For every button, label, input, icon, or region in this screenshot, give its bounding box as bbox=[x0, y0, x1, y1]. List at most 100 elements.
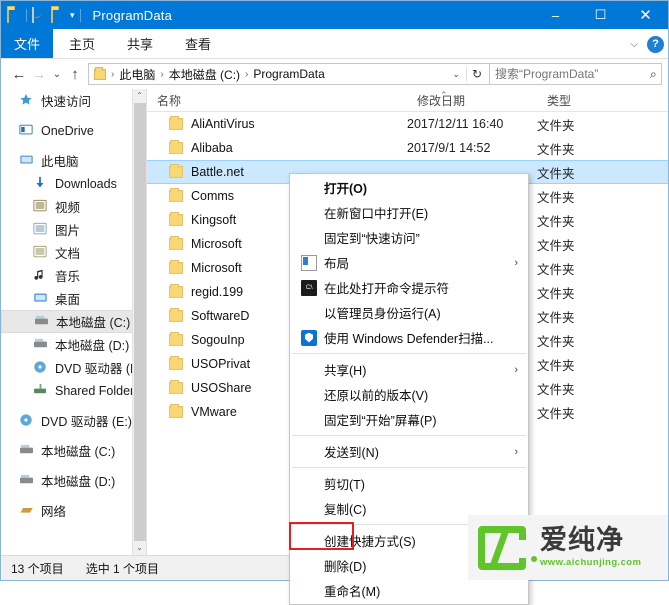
properties-icon[interactable] bbox=[32, 7, 46, 23]
chevron-down-icon[interactable]: ▾ bbox=[70, 8, 75, 22]
menu-item-9[interactable]: 固定到“开始”屏幕(P) bbox=[290, 407, 528, 432]
menu-item-4[interactable]: C:\ 在此处打开命令提示符 bbox=[290, 275, 528, 300]
menu-item-5[interactable]: 以管理员身份运行(A) bbox=[290, 300, 528, 325]
scroll-up-icon[interactable]: ⌃ bbox=[133, 89, 146, 103]
file-type-cell: 文件夹 bbox=[537, 190, 575, 205]
scroll-down-icon[interactable]: ⌄ bbox=[133, 541, 146, 555]
folder-icon bbox=[94, 66, 106, 80]
sidebar-item-13[interactable]: DVD 驱动器 (E:) C bbox=[1, 409, 146, 432]
file-date-cell: 2017/12/11 16:40 bbox=[407, 117, 504, 131]
folder-icon bbox=[169, 404, 183, 418]
menu-item-label: 布局 bbox=[324, 257, 350, 271]
menu-item-2[interactable]: 固定到“快速访问” bbox=[290, 225, 528, 250]
sidebar-item-1[interactable]: OneDrive bbox=[1, 119, 146, 142]
breadcrumb-separator: › bbox=[160, 68, 164, 80]
menu-item-15[interactable]: 重命名(M) bbox=[290, 578, 528, 603]
minimize-button[interactable]: – bbox=[533, 1, 578, 29]
breadcrumb-programdata[interactable]: ProgramData bbox=[251, 67, 326, 81]
menu-item-10[interactable]: 发送到(N) › bbox=[290, 439, 528, 464]
file-name-cell[interactable]: Alibaba bbox=[147, 140, 407, 155]
sidebar-item-14[interactable]: 本地磁盘 (C:) bbox=[1, 439, 146, 462]
tab-file[interactable]: 文件 bbox=[1, 29, 53, 58]
file-date-cell: 2017/9/1 14:52 bbox=[407, 141, 491, 155]
menu-item-8[interactable]: 还原以前的版本(V) bbox=[290, 382, 528, 407]
breadcrumb[interactable]: › 此电脑 › 本地磁盘 (C:) › ProgramData ⌄ ↻ bbox=[88, 63, 490, 85]
sidebar-item-label: Downloads bbox=[55, 176, 117, 191]
search-input[interactable] bbox=[495, 67, 650, 81]
sidebar-scrollbar[interactable]: ⌃ ⌄ bbox=[132, 89, 146, 555]
tab-home[interactable]: 主页 bbox=[53, 29, 111, 58]
menu-item-0[interactable]: 打开(O) bbox=[290, 175, 528, 200]
window-controls: – ☐ ✕ bbox=[533, 1, 668, 29]
sidebar-item-8[interactable]: 桌面 bbox=[1, 287, 146, 310]
sidebar-item-11[interactable]: DVD 驱动器 (E:) bbox=[1, 356, 146, 379]
sidebar-item-label: 本地磁盘 (C:) bbox=[56, 316, 131, 330]
breadcrumb-this-pc[interactable]: 此电脑 bbox=[117, 66, 157, 83]
desktop-icon bbox=[33, 291, 49, 307]
tab-share[interactable]: 共享 bbox=[111, 29, 169, 58]
table-row[interactable]: AliAntiVirus 2017/12/11 16:40 文件夹 bbox=[147, 112, 668, 136]
folder-icon bbox=[169, 260, 183, 274]
sidebar-item-0[interactable]: 快速访问 bbox=[1, 89, 146, 112]
file-name-label: Battle.net bbox=[191, 165, 244, 179]
search-icon[interactable]: ⌕ bbox=[650, 67, 657, 82]
menu-item-11[interactable]: 剪切(T) bbox=[290, 471, 528, 496]
sort-indicator-icon: ⌃ bbox=[440, 90, 448, 100]
chevron-down-icon[interactable]: ⌵ bbox=[630, 39, 638, 50]
menu-item-label: 在此处打开命令提示符 bbox=[324, 282, 450, 296]
back-button[interactable]: ← bbox=[9, 63, 29, 85]
file-name-label: SoftwareD bbox=[191, 309, 250, 323]
file-type-cell: 文件夹 bbox=[537, 382, 575, 397]
file-type-cell: 文件夹 bbox=[537, 310, 575, 325]
sidebar-item-4[interactable]: 视频 bbox=[1, 195, 146, 218]
close-button[interactable]: ✕ bbox=[623, 1, 668, 29]
column-header-name[interactable]: 名称 bbox=[147, 92, 407, 109]
sidebar-item-7[interactable]: 音乐 bbox=[1, 264, 146, 287]
title-bar: ▾ ProgramData – ☐ ✕ bbox=[1, 1, 668, 29]
sidebar-item-label: 视频 bbox=[55, 201, 81, 215]
ribbon-tabs: 文件 主页 共享 查看 ⌵ ? bbox=[1, 29, 668, 59]
menu-item-3[interactable]: 布局 › bbox=[290, 250, 528, 275]
sidebar-item-label: 音乐 bbox=[55, 270, 81, 284]
column-header-date[interactable]: 修改日期 bbox=[407, 92, 537, 109]
search-box[interactable]: ⌕ bbox=[490, 63, 662, 85]
sidebar-item-12[interactable]: Shared Folders bbox=[1, 379, 146, 402]
menu-item-label: 删除(D) bbox=[324, 560, 367, 574]
menu-item-1[interactable]: 在新窗口中打开(E) bbox=[290, 200, 528, 225]
maximize-button[interactable]: ☐ bbox=[578, 1, 623, 29]
scrollbar-thumb[interactable] bbox=[134, 103, 146, 543]
drive-icon bbox=[19, 473, 35, 489]
help-icon[interactable]: ? bbox=[647, 35, 664, 53]
table-row[interactable]: Alibaba 2017/9/1 14:52 文件夹 bbox=[147, 136, 668, 160]
sidebar-item-10[interactable]: 本地磁盘 (D:) bbox=[1, 333, 146, 356]
menu-item-7[interactable]: 共享(H) › bbox=[290, 357, 528, 382]
sidebar-item-label: DVD 驱动器 (E:) C bbox=[41, 415, 145, 429]
file-name-label: Kingsoft bbox=[191, 213, 237, 227]
tab-view[interactable]: 查看 bbox=[169, 29, 227, 58]
sidebar-item-6[interactable]: 文档 bbox=[1, 241, 146, 264]
watermark-url: www.aichunjing.com bbox=[540, 557, 642, 568]
file-name-cell[interactable]: AliAntiVirus bbox=[147, 116, 407, 131]
breadcrumb-local-disk-c[interactable]: 本地磁盘 (C:) bbox=[167, 66, 242, 83]
sidebar-item-3[interactable]: Downloads bbox=[1, 172, 146, 195]
menu-item-label: 剪切(T) bbox=[324, 478, 365, 492]
menu-item-label: 打开(O) bbox=[324, 182, 368, 196]
sidebar-item-5[interactable]: 图片 bbox=[1, 218, 146, 241]
recent-locations-icon[interactable]: ⌄ bbox=[49, 63, 65, 85]
file-name-label: Microsoft bbox=[191, 237, 242, 251]
chevron-down-icon[interactable]: ⌄ bbox=[446, 69, 466, 80]
new-folder-icon[interactable] bbox=[51, 7, 65, 23]
folder-icon[interactable] bbox=[7, 7, 21, 23]
refresh-icon[interactable]: ↻ bbox=[465, 67, 487, 81]
sidebar-item-2[interactable]: 此电脑 bbox=[1, 149, 146, 172]
forward-button[interactable]: → bbox=[29, 63, 49, 85]
sidebar-item-label: 图片 bbox=[55, 224, 81, 238]
sidebar-item-15[interactable]: 本地磁盘 (D:) bbox=[1, 469, 146, 492]
sidebar-item-16[interactable]: 网络 bbox=[1, 499, 146, 522]
menu-item-6[interactable]: 使用 Windows Defender扫描... bbox=[290, 325, 528, 350]
file-type-cell: 文件夹 bbox=[537, 286, 575, 301]
column-header-type[interactable]: 类型 bbox=[537, 92, 637, 109]
up-button[interactable]: ↑ bbox=[65, 63, 85, 85]
sidebar-item-9[interactable]: 本地磁盘 (C:) bbox=[1, 310, 146, 333]
